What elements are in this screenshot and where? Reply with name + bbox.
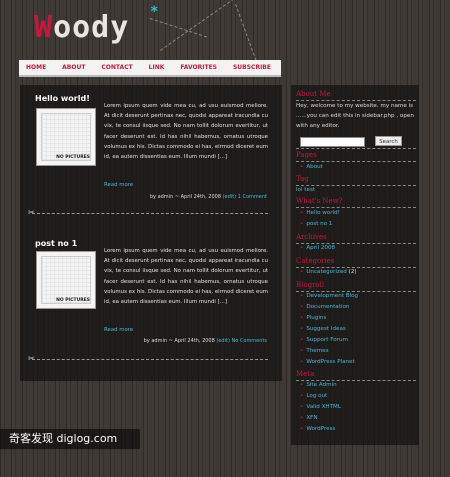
read-more-link[interactable]: Read more — [104, 327, 133, 333]
archives-heading: Archives — [296, 233, 327, 241]
blogroll-item[interactable]: • Suggest Ideas — [300, 326, 346, 332]
main-nav: HOME ABOUT CONTACT LINK FAVORITES SUBSCR… — [19, 60, 281, 77]
blogroll-heading: Blogroll — [296, 281, 325, 289]
post-meta-byline: by admin ~ April 24th, 2008 — [143, 338, 215, 344]
edit-link[interactable]: (edit) — [223, 194, 237, 200]
about-heading: About Me — [296, 90, 331, 98]
nav-home[interactable]: HOME — [26, 64, 46, 71]
logo-text: oody — [53, 10, 130, 45]
tag-cloud[interactable]: lol test — [296, 187, 315, 193]
post-separator — [32, 359, 268, 360]
post-excerpt: Lorem ipsum quem vide mea cu, ad usu eui… — [104, 103, 268, 161]
site-logo[interactable]: Woody * — [34, 4, 158, 45]
nav-link[interactable]: LINK — [149, 64, 165, 71]
meta-item[interactable]: • Site Admin — [300, 382, 337, 388]
nav-subscribe[interactable]: SUBSCRIBE — [233, 64, 271, 71]
heading-divider — [296, 291, 416, 292]
blogroll-item[interactable]: • Support Forum — [300, 337, 348, 343]
post-excerpt: Lorem ipsum quem vide mea cu, ad usu eui… — [104, 248, 268, 306]
logo-letter-w: W — [34, 10, 54, 45]
sidebar-item-post-no-1[interactable]: • post no 1 — [300, 221, 332, 227]
post-title[interactable]: Hello world! — [35, 94, 90, 103]
search-button[interactable]: Search — [375, 136, 402, 146]
pages-heading: Pages — [296, 151, 317, 159]
nav-favorites[interactable]: FAVORITES — [180, 64, 217, 71]
post-thumbnail: NO PICTURES — [36, 108, 96, 166]
sidebar: About Me Hey, welcome to my website. my … — [291, 85, 419, 445]
heading-divider — [296, 207, 416, 208]
decorative-dashed-line — [149, 18, 208, 38]
thumbnail-label: NO PICTURES — [56, 155, 90, 160]
meta-heading: Meta — [296, 370, 315, 378]
sidebar-item-about[interactable]: • About — [300, 164, 323, 170]
blogroll-item[interactable]: • Themes — [300, 348, 329, 354]
about-text: Hey, welcome to my website. my name is .… — [296, 103, 414, 129]
edit-link[interactable]: (edit) — [216, 338, 230, 344]
meta-item[interactable]: • WordPress — [300, 426, 335, 432]
heading-divider — [296, 243, 416, 244]
comments-link[interactable]: 1 Comment — [238, 194, 267, 200]
post-meta-byline: by admin ~ April 24th, 2008 — [149, 194, 222, 200]
blogroll-item[interactable]: • Development Blog — [300, 293, 358, 299]
categories-heading: Categories — [296, 257, 335, 265]
post-meta: by admin ~ April 24th, 2008 (edit) No Co… — [144, 338, 267, 344]
heading-divider — [296, 380, 416, 381]
decorative-dashed-line — [235, 4, 257, 61]
blogroll-item[interactable]: • WordPress Planet — [300, 359, 355, 365]
search-input[interactable] — [300, 137, 365, 147]
thumbnail-label: NO PICTURES — [56, 298, 90, 303]
post-separator — [32, 213, 268, 214]
blogroll-item[interactable]: • Plugins — [300, 315, 326, 321]
thumbnail-placeholder — [41, 113, 91, 161]
heading-divider — [296, 185, 416, 186]
tag-heading: Tag — [296, 175, 309, 183]
post-title[interactable]: post no 1 — [35, 239, 77, 248]
blogroll-item[interactable]: • Documentation — [300, 304, 349, 310]
watermark: 奇客发现 diglog.com — [0, 429, 140, 449]
sidebar-item-april-2008[interactable]: • April 2008 — [300, 245, 335, 251]
nav-about[interactable]: ABOUT — [62, 64, 85, 71]
sidebar-item-uncategorized[interactable]: • Uncategorized (2) — [300, 269, 357, 275]
main-content: Hello world! NO PICTURES Lorem ipsum que… — [20, 85, 282, 381]
sidebar-item-hello-world[interactable]: • Hello world! — [300, 210, 340, 216]
heading-divider — [296, 148, 416, 149]
nav-contact[interactable]: CONTACT — [101, 64, 132, 71]
meta-item[interactable]: • XFN — [300, 415, 318, 421]
read-more-link[interactable]: Read more — [104, 182, 133, 188]
heading-divider — [296, 267, 416, 268]
comments-link[interactable]: No Comments — [232, 338, 268, 344]
post-thumbnail: NO PICTURES — [36, 251, 96, 309]
thumbnail-placeholder — [41, 256, 91, 304]
whats-new-heading: What's New? — [296, 197, 343, 205]
meta-item[interactable]: • Valid XHTML — [300, 404, 341, 410]
post-meta: by admin ~ April 24th, 2008 (edit) 1 Com… — [150, 194, 267, 200]
meta-item[interactable]: • Log out — [300, 393, 327, 399]
heading-divider — [296, 161, 416, 162]
